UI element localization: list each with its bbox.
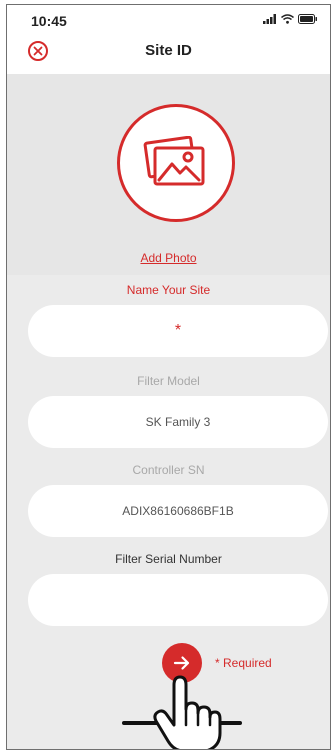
status-time: 10:45 <box>31 13 67 29</box>
controller-sn-value: ADIX86160686BF1B <box>122 504 234 518</box>
filter-serial-input[interactable] <box>28 574 328 626</box>
status-bar: 10:45 <box>7 5 330 31</box>
required-note: * Required <box>215 656 272 670</box>
arrow-right-icon <box>173 656 190 670</box>
required-marker: * <box>174 322 182 339</box>
filter-model-field: SK Family 3 <box>28 396 328 448</box>
filter-serial-label: Filter Serial Number <box>115 552 222 566</box>
status-icons <box>263 14 318 24</box>
header: Site ID <box>7 31 330 75</box>
site-name-input[interactable]: * <box>28 305 328 357</box>
photo-gallery-icon <box>143 136 205 186</box>
filter-model-label: Filter Model <box>137 374 200 388</box>
page-title: Site ID <box>145 42 192 59</box>
filter-model-value: SK Family 3 <box>145 415 211 429</box>
wifi-icon <box>281 14 294 24</box>
battery-icon <box>298 14 317 24</box>
add-photo-circle[interactable] <box>117 104 235 222</box>
hand-pointer-icon <box>153 675 222 749</box>
controller-sn-field: ADIX86160686BF1B <box>28 485 328 537</box>
signal-icon <box>263 14 276 24</box>
phone-screen: 10:45 Site ID Add Photo Name Your Site *… <box>6 4 331 750</box>
photo-section: Add Photo <box>7 74 330 275</box>
controller-sn-label: Controller SN <box>132 463 205 477</box>
site-form: Name Your Site * Filter Model SK Family … <box>7 275 330 749</box>
site-name-label: Name Your Site <box>126 283 211 297</box>
add-photo-link[interactable]: Add Photo <box>7 251 330 265</box>
